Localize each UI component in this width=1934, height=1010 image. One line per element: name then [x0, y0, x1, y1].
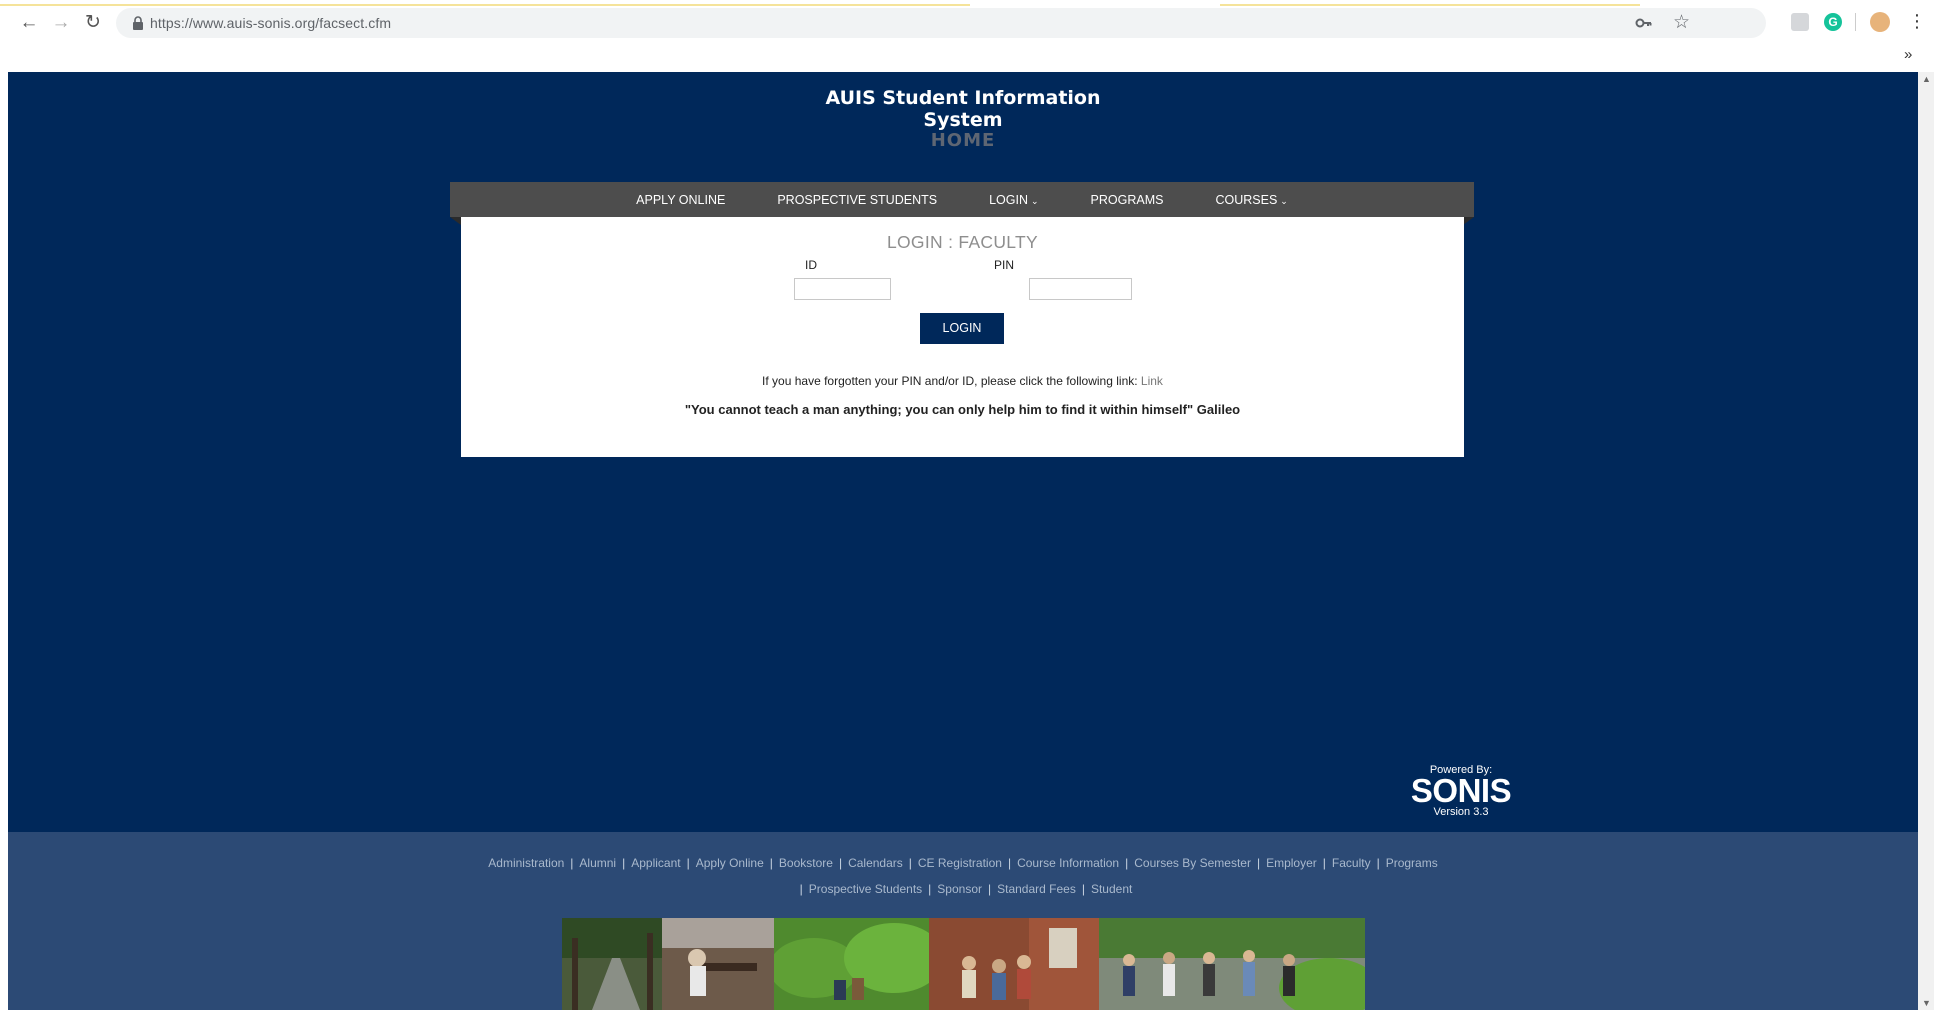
site-title-line2: System	[923, 109, 1003, 131]
scroll-down-arrow-icon[interactable]: ▼	[1922, 998, 1931, 1008]
navbar-fold-right	[1463, 217, 1474, 225]
nav-item-label: LOGIN	[989, 192, 1028, 207]
nav-item-label: PROSPECTIVE STUDENTS	[777, 192, 938, 207]
footer-separator: |	[570, 856, 574, 870]
footer-separator: |	[769, 856, 773, 870]
campus-photo	[562, 918, 662, 1010]
grammarly-extension-icon[interactable]: G	[1824, 13, 1842, 31]
site-title: AUIS Student Information System	[8, 87, 1918, 131]
nav-item-label: COURSES	[1215, 192, 1278, 207]
footer-separator: |	[1007, 856, 1012, 870]
footer-separator: |	[1125, 856, 1129, 870]
pin-label: PIN	[993, 258, 1014, 272]
powered-by-sonis[interactable]: Powered By: SONIS Version 3.3	[1401, 764, 1521, 818]
bookmarks-more-icon[interactable]: »	[1904, 46, 1912, 63]
footer-link-administration[interactable]: Administration	[488, 856, 564, 870]
footer-link-faculty[interactable]: Faculty	[1332, 856, 1371, 870]
nav-item-programs[interactable]: PROGRAMS	[1091, 193, 1164, 207]
campus-photo	[1099, 918, 1365, 1010]
browser-chrome: ← → ↻ https://www.auis-sonis.org/facsect…	[0, 0, 1934, 72]
scroll-up-arrow-icon[interactable]: ▲	[1922, 74, 1931, 84]
extension-icon[interactable]	[1791, 13, 1809, 31]
footer-link-standard-fees[interactable]: Standard Fees	[997, 882, 1076, 896]
login-button[interactable]: LOGIN	[920, 313, 1004, 344]
campus-photo	[662, 918, 774, 1010]
footer-separator: |	[1081, 882, 1085, 896]
nav-item-login[interactable]: LOGIN ⌄	[989, 193, 1038, 207]
footer-separator: |	[622, 856, 626, 870]
footer-link-apply-online[interactable]: Apply Online	[696, 856, 764, 870]
navbar-fold-left	[450, 217, 461, 225]
lock-icon	[133, 16, 143, 30]
nav-item-prospective-students[interactable]: PROSPECTIVE STUDENTS	[777, 193, 937, 207]
key-icon[interactable]	[1634, 14, 1654, 32]
footer-separator: |	[1376, 856, 1380, 870]
site-title-line1: AUIS Student Information	[825, 87, 1101, 109]
login-heading: LOGIN : FACULTY	[886, 232, 1038, 252]
loading-bar	[1220, 4, 1640, 6]
footer-link-ce-registration[interactable]: CE Registration	[918, 856, 1002, 870]
campus-photo	[929, 918, 1099, 1010]
chevron-down-icon: ⌄	[1030, 195, 1039, 206]
back-arrow-icon[interactable]: ←	[16, 13, 42, 33]
page-scrollbar[interactable]: ▲ ▼	[1918, 72, 1934, 1010]
footer-link-alumni[interactable]: Alumni	[579, 856, 616, 870]
chevron-down-icon: ⌄	[1280, 195, 1288, 206]
reload-icon[interactable]: ↻	[80, 13, 106, 33]
bookmark-star-icon[interactable]: ☆	[1673, 11, 1690, 34]
site-subtitle: HOME	[930, 130, 996, 151]
footer-link-programs[interactable]: Programs	[1386, 856, 1438, 870]
id-label: ID	[805, 258, 817, 272]
footer-separator: |	[928, 882, 932, 896]
url-text[interactable]: https://www.auis-sonis.org/facsect.cfm	[150, 15, 391, 31]
footer-separator: |	[908, 856, 912, 870]
quote-text: "You cannot teach a man anything; you ca…	[684, 402, 1241, 417]
pin-input[interactable]	[1029, 278, 1132, 300]
footer-link-bookstore[interactable]: Bookstore	[779, 856, 833, 870]
forgot-credentials-text: If you have forgotten your PIN and/or ID…	[461, 374, 1464, 388]
footer-separator: |	[1256, 856, 1261, 870]
main-navbar: APPLY ONLINE PROSPECTIVE STUDENTS LOGIN ⌄ PR…	[450, 182, 1474, 217]
forward-arrow-icon[interactable]: →	[48, 13, 74, 33]
footer-separator: |	[988, 882, 992, 896]
footer-link-student[interactable]: Student	[1091, 882, 1132, 896]
nav-item-apply-online[interactable]: APPLY ONLINE	[636, 193, 725, 207]
footer-link-prospective-students[interactable]: Prospective Students	[809, 882, 922, 896]
footer-link-calendars[interactable]: Calendars	[848, 856, 903, 870]
footer-separator: |	[686, 856, 690, 870]
footer-link-applicant[interactable]: Applicant	[631, 856, 680, 870]
page-body: AUIS Student Information System HOME APP…	[8, 72, 1918, 1010]
footer-link-sponsor[interactable]: Sponsor	[937, 882, 982, 896]
footer-separator: |	[838, 856, 843, 870]
footer-link-course-information[interactable]: Course Information	[1017, 856, 1119, 870]
footer-separator: |	[1322, 856, 1326, 870]
nav-item-label: APPLY ONLINE	[636, 192, 726, 207]
address-bar[interactable]: https://www.auis-sonis.org/facsect.cfm ☆	[116, 8, 1766, 38]
footer-link-courses-by-semester[interactable]: Courses By Semester	[1134, 856, 1251, 870]
campus-photo-strip	[562, 918, 1365, 1010]
footer-links: Administration | Alumni | Applicant | Apply On…	[468, 850, 1458, 902]
toolbar-divider	[1855, 13, 1856, 31]
forgot-text: If you have forgotten your PIN and/or ID…	[762, 374, 1141, 388]
id-input[interactable]	[794, 278, 891, 300]
nav-item-label: PROGRAMS	[1090, 192, 1164, 207]
forgot-link[interactable]: Link	[1141, 374, 1163, 388]
browser-menu-icon[interactable]: ⋮	[1908, 11, 1926, 31]
nav-item-courses[interactable]: COURSES ⌄	[1215, 193, 1287, 207]
campus-photo	[774, 918, 929, 1010]
sonis-logo: SONIS	[1410, 772, 1512, 809]
loading-bar	[0, 4, 970, 6]
footer-link-employer[interactable]: Employer	[1266, 856, 1317, 870]
login-panel: LOGIN : FACULTY ID PIN LOGIN If you have…	[461, 217, 1464, 457]
footer-separator: |	[799, 882, 803, 896]
profile-avatar-icon[interactable]	[1870, 12, 1890, 32]
